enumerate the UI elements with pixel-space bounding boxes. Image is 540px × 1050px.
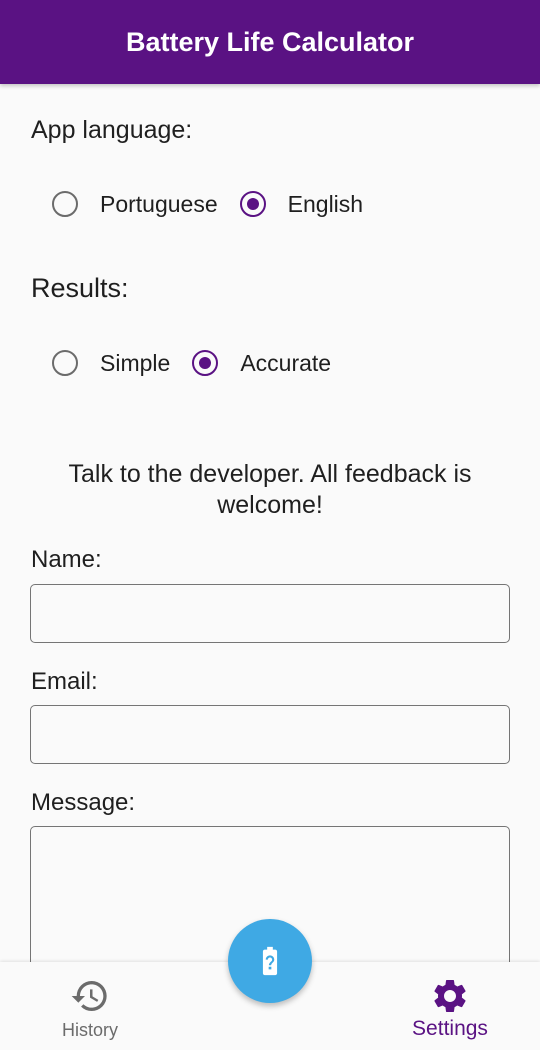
app-language-label: App language: [31, 116, 193, 144]
nav-settings[interactable]: Settings [360, 962, 540, 1050]
radio-english[interactable] [239, 191, 266, 217]
radio-simple[interactable] [52, 350, 78, 376]
settings-content: App language: Portuguese English Results… [0, 84, 540, 962]
radio-accurate[interactable] [192, 350, 219, 376]
results-label: Results: [31, 273, 129, 303]
results-radio-group: Simple Accurate [52, 348, 353, 378]
name-input[interactable] [30, 584, 510, 643]
language-option-portuguese[interactable]: Portuguese [52, 191, 218, 218]
nav-history[interactable]: History [0, 962, 180, 1050]
language-radio-group: Portuguese English [52, 189, 385, 219]
results-option-simple[interactable]: Simple [52, 350, 170, 377]
calculate-fab[interactable] [228, 919, 312, 1003]
name-label: Name: [31, 546, 102, 573]
history-icon [71, 981, 107, 1011]
radio-portuguese[interactable] [52, 191, 78, 217]
radio-simple-label: Simple [100, 349, 171, 376]
results-option-accurate[interactable]: Accurate [192, 350, 331, 377]
app-title: Battery Life Calculator [125, 26, 415, 57]
app-bar: Battery Life Calculator [0, 0, 540, 84]
radio-english-label: English [287, 190, 364, 217]
message-label: Message: [31, 789, 136, 816]
gear-icon [434, 980, 466, 1012]
email-input[interactable] [30, 705, 510, 764]
language-option-english[interactable]: English [239, 190, 364, 218]
nav-settings-label: Settings [412, 1017, 488, 1040]
battery-unknown-icon [262, 946, 278, 976]
radio-accurate-label: Accurate [240, 349, 332, 376]
feedback-intro: Talk to the developer. All feedback is w… [68, 460, 472, 519]
email-label: Email: [31, 668, 98, 695]
radio-portuguese-label: Portuguese [100, 190, 218, 217]
nav-history-label: History [61, 1020, 118, 1040]
